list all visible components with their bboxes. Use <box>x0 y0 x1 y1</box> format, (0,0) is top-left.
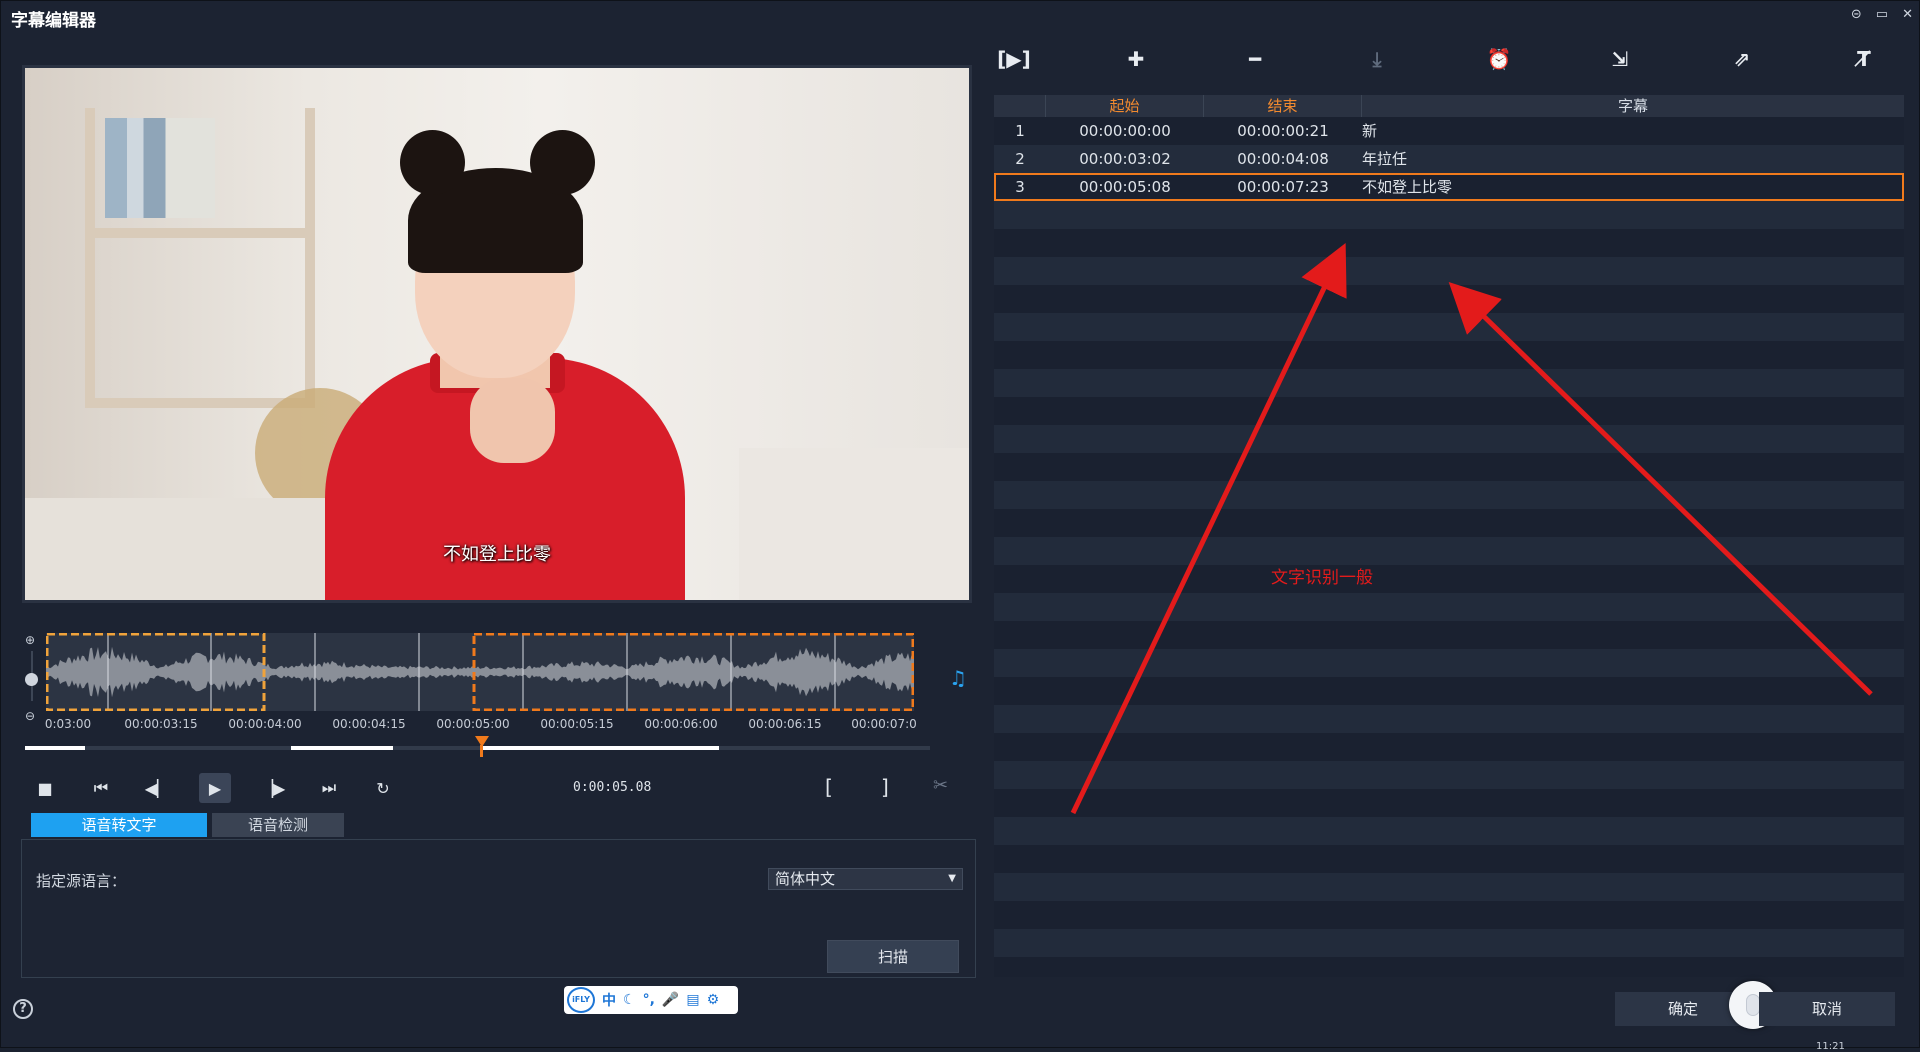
microphone-icon <box>1746 994 1760 1016</box>
subtitle-editor-window: 字幕编辑器 ⊝ ▭ ✕ 不如登上比零 ⊕ ⊖ ♫ 0:03:00 00:00:0… <box>0 0 1920 1052</box>
annotation-arrow-right <box>1448 282 1873 696</box>
annotation-arrow-left <box>1070 242 1347 815</box>
annotation-text: 文字识别一般 <box>1271 568 1373 588</box>
cancel-button[interactable]: 取消 <box>1759 992 1895 1026</box>
gear-icon[interactable]: ⚙ <box>707 992 720 1008</box>
clipboard-icon[interactable]: ▤ <box>686 992 699 1008</box>
help-icon[interactable]: ? <box>13 999 33 1019</box>
punctuation-icon[interactable]: °, <box>643 992 655 1008</box>
system-clock: 11:21 <box>1816 1041 1845 1052</box>
annotation-arrows <box>1070 242 1873 815</box>
microphone-icon[interactable]: 🎤 <box>662 992 679 1008</box>
ifly-logo-icon: iFLY <box>567 987 595 1013</box>
moon-icon[interactable]: ☾ <box>623 992 636 1008</box>
ime-toolbar[interactable]: iFLY 中 ☾ °, 🎤 ▤ ⚙ <box>564 986 738 1014</box>
ime-language-toggle[interactable]: 中 <box>602 990 616 1010</box>
